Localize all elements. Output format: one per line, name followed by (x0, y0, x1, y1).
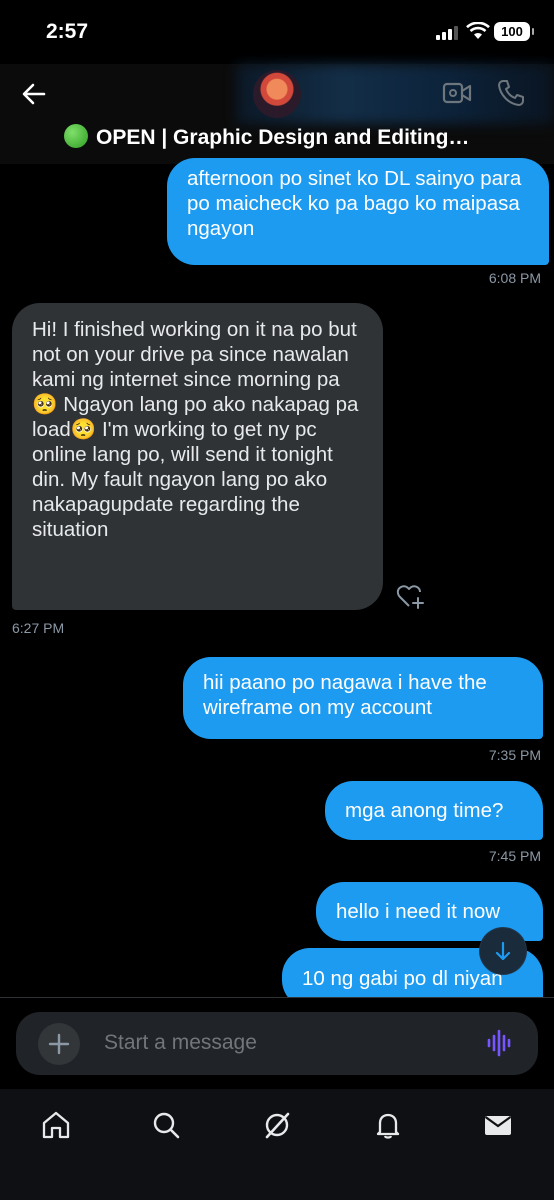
green-circle-icon (64, 124, 88, 148)
cellular-signal-icon (436, 26, 458, 40)
scroll-to-bottom-button[interactable] (480, 928, 526, 974)
bottom-tab-bar (0, 1089, 554, 1200)
add-reaction-icon[interactable] (396, 582, 426, 610)
search-icon[interactable] (150, 1109, 182, 1141)
avatar[interactable] (253, 70, 301, 118)
voice-message-icon[interactable] (486, 1029, 514, 1057)
wifi-icon (466, 22, 490, 39)
message-composer[interactable]: Start a message (16, 1012, 538, 1075)
video-call-icon[interactable] (442, 80, 472, 106)
home-icon[interactable] (40, 1109, 72, 1141)
messages-icon[interactable] (482, 1109, 514, 1141)
message-timestamp: 7:35 PM (488, 747, 541, 763)
status-bar: 2:57 100 (0, 0, 554, 64)
message-input[interactable]: Start a message (104, 1031, 257, 1055)
status-time: 2:57 (46, 20, 89, 43)
message-timestamp: 7:45 PM (488, 848, 541, 864)
message-timestamp: 6:27 PM (12, 620, 65, 636)
conversation-title[interactable]: OPEN | Graphic Design and Editing… (64, 124, 504, 150)
conversation-title-text: OPEN | Graphic Design and Editing… (96, 126, 470, 149)
plus-icon (48, 1033, 70, 1055)
message-bubble-outgoing[interactable]: hii paano po nagawa i have the wireframe… (183, 657, 543, 739)
grok-icon[interactable] (261, 1109, 293, 1141)
conversation-header: OPEN | Graphic Design and Editing… (0, 64, 554, 164)
scroll-down-icon (495, 941, 511, 961)
back-arrow-icon[interactable] (18, 78, 50, 110)
add-attachment-button[interactable] (38, 1023, 80, 1065)
phone-call-icon[interactable] (496, 78, 526, 108)
notifications-icon[interactable] (372, 1109, 404, 1141)
battery-indicator: 100 (494, 22, 534, 41)
message-bubble-incoming[interactable]: Hi! I finished working on it na po but n… (12, 303, 383, 610)
message-bubble-outgoing[interactable]: mga anong time? (325, 781, 543, 840)
message-timestamp: 6:08 PM (488, 270, 541, 286)
message-bubble-outgoing[interactable]: afternoon po sinet ko DL sainyo para po … (167, 158, 549, 265)
